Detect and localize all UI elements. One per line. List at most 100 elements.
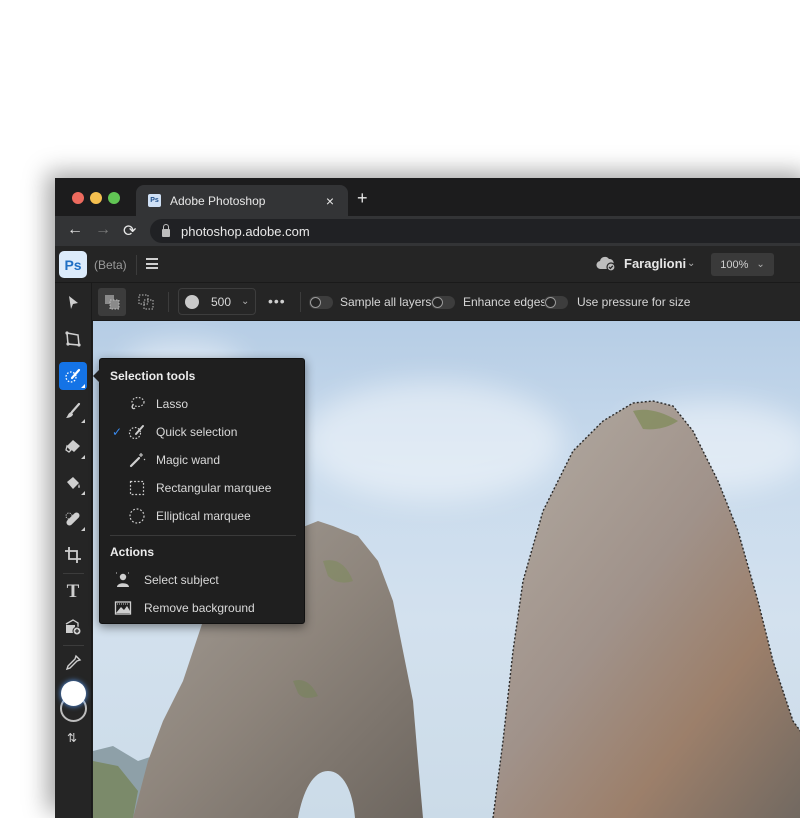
menu-item-elliptical-marquee[interactable]: Elliptical marquee [100,503,304,529]
forward-button[interactable]: → [95,221,111,239]
close-window-button[interactable] [72,192,84,204]
eraser-tool[interactable] [59,433,87,461]
action-remove-background[interactable]: Remove background [100,595,304,621]
selection-tools-popover: Selection tools Lasso ✓ Quick selection … [93,358,305,624]
crop-icon [65,547,81,563]
photoshop-logo[interactable]: Ps [59,251,87,278]
document-chevron-down-icon[interactable]: ⌄ [687,258,695,269]
eyedropper-icon [65,654,82,671]
eyedropper-tool[interactable] [59,649,87,677]
browser-tab[interactable]: Ps Adobe Photoshop × [136,185,348,216]
add-image-icon [65,619,82,636]
zoom-chevron-down-icon: ⌄ [756,259,765,270]
menu-item-quick-selection[interactable]: ✓ Quick selection [100,419,304,445]
transform-icon [65,331,81,347]
menu-item-label: Magic wand [156,453,221,467]
tools-divider [63,573,84,574]
swap-colors-icon[interactable]: ⇅ [67,731,77,745]
tool-options-bar: 500 ⌄ ••• Sample all layers Enhance edge… [92,283,800,321]
paint-bucket-icon [67,477,80,489]
type-tool[interactable]: T [59,578,87,606]
add-selection-icon [105,295,120,310]
move-tool[interactable] [59,289,87,317]
zoom-level-dropdown[interactable]: 100% ⌄ [711,253,774,276]
header-divider [136,255,137,275]
brush-chevron-down-icon: ⌄ [241,296,250,307]
brush-size-dropdown[interactable]: 500 ⌄ [178,288,256,315]
menu-item-label: Quick selection [156,425,238,439]
tools-panel: T ⇅ [55,283,92,818]
reload-button[interactable]: ⟳ [123,221,136,241]
tool-group-indicator [81,384,85,388]
address-bar: ← → ⟳ photoshop.adobe.com [55,216,800,246]
menu-icon[interactable] [146,258,158,269]
zoom-level-value: 100% [720,258,749,271]
enhance-edges-toggle[interactable] [431,296,455,309]
arrow-cursor-icon [69,296,78,309]
photoshop-favicon-icon: Ps [148,194,161,207]
subtract-from-selection-button[interactable] [132,288,160,316]
enhance-edges-label: Enhance edges [463,295,547,309]
remove-background-icon [114,599,132,617]
bandage-icon [65,512,80,526]
menu-item-label: Rectangular marquee [156,481,272,495]
subtract-selection-icon [138,294,154,310]
maximize-window-button[interactable] [108,192,120,204]
add-image-tool[interactable] [59,613,87,641]
menu-item-rectangular-marquee[interactable]: Rectangular marquee [100,475,304,501]
url-text: photoshop.adobe.com [181,223,310,239]
tab-bar: Ps Adobe Photoshop × + [55,178,800,216]
new-tab-button[interactable]: + [357,188,368,209]
selection-tool[interactable] [59,362,87,390]
tools-divider [63,645,84,646]
menu-item-lasso[interactable]: Lasso [100,391,304,417]
minimize-window-button[interactable] [90,192,102,204]
cloud-synced-icon [596,256,616,271]
foreground-color-swatch[interactable] [61,681,86,706]
crop-tool[interactable] [59,541,87,569]
more-options-button[interactable]: ••• [268,293,286,309]
tool-group-indicator [81,527,85,531]
back-button[interactable]: ← [67,221,83,239]
brush-preview-icon [185,294,199,309]
lasso-icon [128,395,146,413]
tool-group-indicator [81,491,85,495]
options-divider [300,292,301,312]
quick-selection-icon [128,423,146,441]
action-label: Select subject [144,573,219,587]
add-to-selection-button[interactable] [98,288,126,316]
document-name[interactable]: Faraglioni [624,256,686,271]
rectangular-marquee-icon [128,479,146,497]
sample-all-layers-label: Sample all layers [340,295,432,309]
brush-tool[interactable] [59,397,87,425]
action-label: Remove background [144,601,255,615]
select-subject-icon [114,571,132,589]
sample-all-layers-toggle[interactable] [309,296,333,309]
menu-item-label: Elliptical marquee [156,509,251,523]
menu-item-label: Lasso [156,397,189,411]
transform-tool[interactable] [59,325,87,353]
magic-wand-icon [128,451,146,469]
url-field[interactable]: photoshop.adobe.com [150,219,800,243]
healing-tool[interactable] [59,505,87,533]
paint-bucket-tool[interactable] [59,469,87,497]
brush-size-value: 500 [211,294,232,309]
use-pressure-toggle[interactable] [544,296,568,309]
tool-group-indicator [81,419,85,423]
action-select-subject[interactable]: Select subject [100,567,304,593]
popover-arrow [93,369,100,383]
lock-icon [162,223,170,237]
options-divider [168,292,169,312]
type-icon: T [66,581,80,602]
menu-item-magic-wand[interactable]: Magic wand [100,447,304,473]
tab-title: Adobe Photoshop [170,193,266,208]
quick-selection-icon [65,368,81,383]
tool-group-indicator [81,455,85,459]
checkmark-icon: ✓ [111,425,122,439]
actions-heading: Actions [110,545,155,559]
tab-close-icon[interactable]: × [318,193,342,209]
right-rock [493,401,800,818]
selection-tools-heading: Selection tools [110,369,196,383]
brush-icon [66,402,81,418]
beta-label: (Beta) [94,258,127,272]
